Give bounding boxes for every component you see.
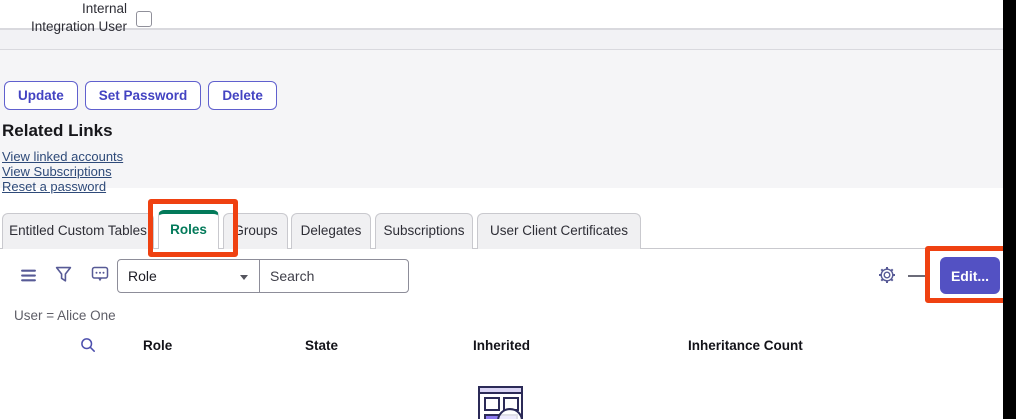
illustration-window-header — [480, 388, 521, 394]
update-button[interactable]: Update — [4, 81, 78, 110]
search-field-select[interactable]: Role — [117, 259, 260, 293]
search-field-select-value: Role — [128, 268, 157, 284]
tab-delegates[interactable]: Delegates — [291, 213, 371, 249]
related-links-heading: Related Links — [2, 121, 113, 141]
delete-button[interactable]: Delete — [208, 81, 277, 110]
set-password-button[interactable]: Set Password — [85, 81, 202, 110]
internal-integration-user-checkbox[interactable] — [136, 11, 152, 27]
column-header-state[interactable]: State — [305, 338, 338, 353]
column-header-inherited[interactable]: Inherited — [473, 338, 530, 353]
search-icon[interactable] — [80, 337, 96, 358]
minus-icon[interactable] — [908, 275, 926, 277]
menu-icon[interactable] — [20, 267, 37, 289]
screenshot-letterbox — [1003, 0, 1016, 419]
chevron-down-icon — [240, 275, 248, 280]
column-header-role[interactable]: Role — [143, 338, 172, 353]
tab-groups[interactable]: Groups — [223, 213, 288, 249]
empty-table-illustration — [470, 384, 534, 419]
link-view-subscriptions[interactable]: View Subscriptions — [2, 164, 112, 179]
comment-icon[interactable] — [91, 265, 109, 288]
tab-entitled-custom-tables[interactable]: Entitled Custom Tables — [2, 213, 154, 249]
tab-subscriptions[interactable]: Subscriptions — [375, 213, 473, 249]
gear-icon[interactable] — [878, 266, 896, 289]
list-search-box — [259, 259, 409, 293]
internal-integration-user-label: Internal Integration User — [0, 0, 127, 36]
column-header-inheritance-count[interactable]: Inheritance Count — [688, 338, 803, 353]
field-label-line2: Integration User — [0, 18, 127, 36]
filter-icon[interactable] — [55, 266, 72, 288]
page: Internal Integration User Update Set Pas… — [0, 0, 1016, 419]
edit-button[interactable]: Edit... — [940, 257, 1000, 294]
link-view-linked-accounts[interactable]: View linked accounts — [2, 149, 123, 164]
form-action-bar: Update Set Password Delete — [4, 81, 277, 110]
list-search-input[interactable] — [260, 260, 408, 292]
tab-user-client-certificates[interactable]: User Client Certificates — [477, 213, 641, 249]
filter-breadcrumb[interactable]: User = Alice One — [14, 308, 116, 323]
link-reset-a-password[interactable]: Reset a password — [2, 179, 106, 194]
tab-roles[interactable]: Roles — [158, 210, 219, 249]
illustration-cell — [484, 397, 500, 411]
field-label-line1: Internal — [0, 0, 127, 18]
